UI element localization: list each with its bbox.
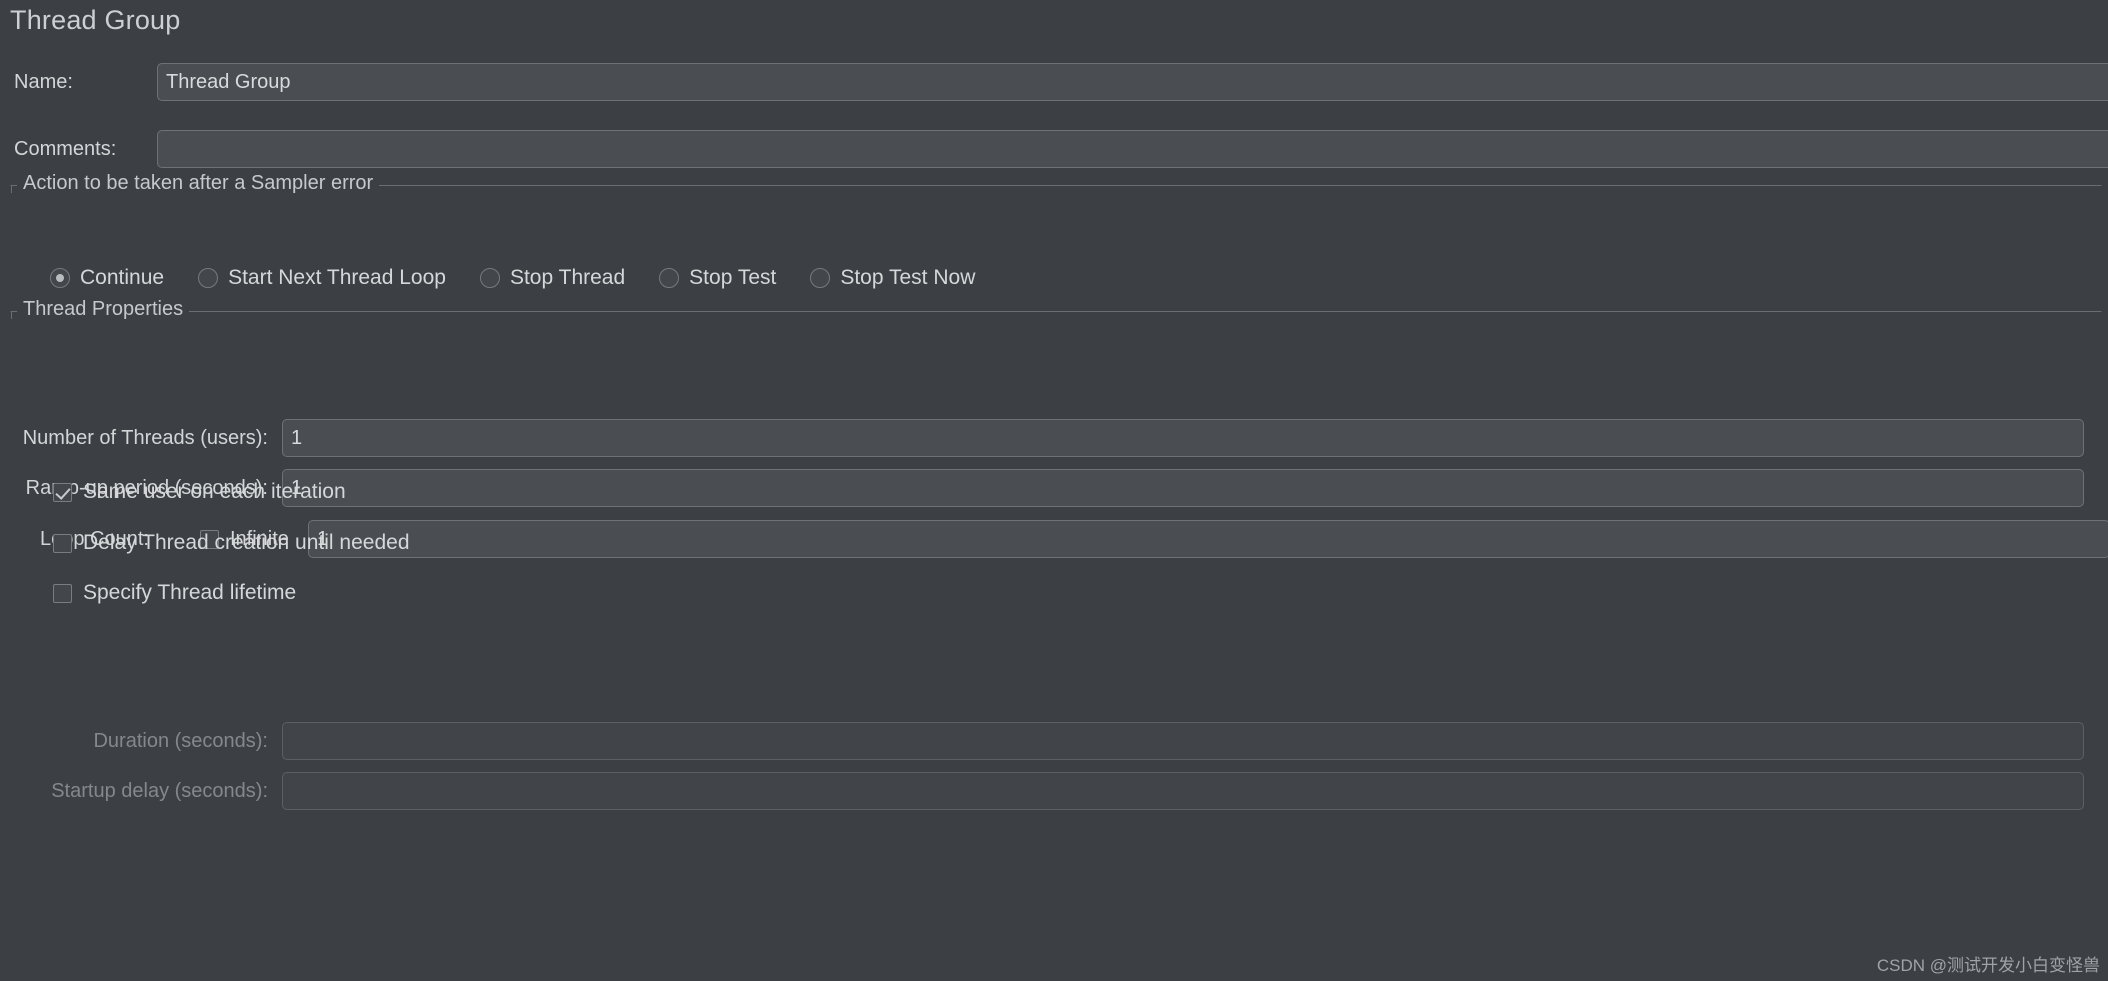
thread-properties-group: Thread Properties: [10, 298, 2102, 937]
comments-input[interactable]: [157, 130, 2108, 168]
radio-continue-icon[interactable]: [50, 268, 70, 288]
radio-stop-test-icon[interactable]: [659, 268, 680, 288]
startup-delay-label: Startup delay (seconds):: [51, 779, 268, 802]
comments-row: Comments:: [0, 128, 2108, 170]
delay-thread-creation-label: Delay Thread creation until needed: [83, 531, 410, 554]
comments-label: Comments:: [14, 137, 117, 160]
radio-stop-test-now-label: Stop Test Now: [840, 266, 976, 289]
radio-option-start-next-thread-loop[interactable]: Start Next Thread Loop: [198, 266, 446, 290]
radio-option-stop-thread[interactable]: Stop Thread: [479, 266, 626, 290]
startup-delay-row: Startup delay (seconds):: [0, 772, 2084, 810]
delay-thread-creation-row[interactable]: Delay Thread creation until needed: [53, 528, 410, 558]
page-title: Thread Group: [10, 5, 181, 35]
same-user-row[interactable]: Same user on each iteration: [53, 477, 346, 507]
radio-start-next-thread-loop-label: Start Next Thread Loop: [228, 266, 446, 289]
number-of-threads-input[interactable]: [282, 419, 2084, 457]
loop-count-input[interactable]: [308, 520, 2108, 558]
delay-thread-creation-checkbox-icon[interactable]: [53, 533, 72, 553]
sampler-error-group-title: Action to be taken after a Sampler error: [17, 172, 380, 195]
sampler-error-group: Action to be taken after a Sampler error: [10, 172, 2102, 266]
watermark: CSDN @测试开发小白变怪兽: [1876, 956, 2100, 975]
sampler-error-radio-group: Continue Start Next Thread Loop Stop Thr…: [50, 266, 1009, 290]
radio-stop-thread-label: Stop Thread: [509, 266, 626, 289]
same-user-label: Same user on each iteration: [83, 480, 346, 503]
duration-input: [282, 722, 2084, 760]
specify-thread-lifetime-label: Specify Thread lifetime: [83, 581, 297, 604]
radio-stop-thread-icon[interactable]: [479, 268, 500, 288]
name-label: Name:: [14, 70, 73, 93]
radio-start-next-thread-loop-icon[interactable]: [198, 268, 219, 288]
same-user-checkbox-icon[interactable]: [53, 482, 72, 502]
thread-properties-group-title: Thread Properties: [17, 298, 190, 321]
radio-option-stop-test-now[interactable]: Stop Test Now: [810, 266, 975, 290]
specify-thread-lifetime-row[interactable]: Specify Thread lifetime: [53, 578, 296, 608]
specify-thread-lifetime-checkbox-icon[interactable]: [53, 583, 72, 603]
name-row: Name:: [0, 61, 2108, 103]
radio-option-stop-test[interactable]: Stop Test: [659, 266, 776, 290]
number-of-threads-label: Number of Threads (users):: [22, 426, 268, 449]
radio-option-continue[interactable]: Continue: [50, 266, 164, 290]
name-input[interactable]: [157, 63, 2108, 101]
duration-row: Duration (seconds):: [0, 722, 2084, 760]
duration-label: Duration (seconds):: [93, 729, 268, 752]
radio-stop-test-label: Stop Test: [689, 266, 777, 289]
startup-delay-input: [282, 772, 2084, 810]
radio-stop-test-now-icon[interactable]: [810, 268, 831, 288]
radio-continue-label: Continue: [80, 266, 165, 289]
ramp-up-period-input[interactable]: [282, 469, 2084, 507]
number-of-threads-row: Number of Threads (users):: [0, 419, 2084, 457]
